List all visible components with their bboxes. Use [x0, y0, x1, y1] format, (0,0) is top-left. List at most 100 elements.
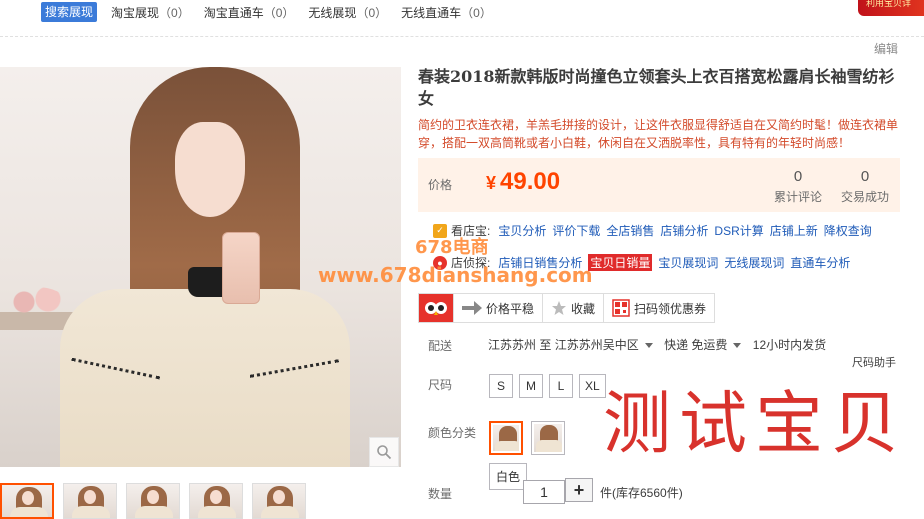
price-label: 价格	[428, 178, 453, 192]
thumb-face	[147, 490, 159, 504]
ship-method: 快递 免运费	[664, 338, 728, 352]
promo-banner-text: 利用宝贝详	[866, 0, 912, 8]
ship-to-word: 至	[539, 338, 552, 352]
deals-stat[interactable]: 0 交易成功	[830, 168, 900, 205]
thumb-face	[210, 490, 222, 504]
zoom-button[interactable]	[369, 437, 399, 467]
ship-method-select[interactable]: 快递 免运费	[664, 338, 749, 352]
size-option-s[interactable]: S	[489, 374, 513, 398]
watermark-url: www.678dianshang.com	[318, 263, 593, 287]
price-panel: 价格 ¥49.00 0 累计评论 0 交易成功	[418, 158, 900, 212]
thumbnail-2[interactable]	[63, 483, 117, 519]
search-exposure-tab[interactable]: 搜索展现	[41, 2, 98, 22]
thumb-face	[22, 491, 34, 505]
taobao-exposure-link[interactable]: 淘宝展现（0）	[111, 4, 190, 21]
size-label: 尺码	[428, 378, 453, 392]
size-helper-link[interactable]: 尺码助手	[852, 354, 896, 370]
price-amount: 49.00	[500, 168, 561, 195]
shipping-label: 配送	[428, 339, 453, 353]
color-swatch	[534, 424, 562, 452]
photo-model-face	[175, 122, 245, 217]
ship-destination: 江苏苏州吴中区	[554, 338, 639, 352]
thumbnail-5[interactable]	[252, 483, 306, 519]
favorite-label: 收藏	[571, 301, 596, 316]
price-trend-button[interactable]: 价格平稳	[453, 294, 542, 322]
dsr-calc-link[interactable]: DSR计算	[714, 222, 763, 239]
taobao-exposure-count: （0）	[159, 5, 190, 20]
color-option-2[interactable]	[531, 421, 565, 455]
deals-count: 0	[860, 168, 870, 185]
mobile-exposure-link[interactable]: 无线展现（0）	[308, 4, 387, 21]
promo-banner[interactable]: 利用宝贝详	[858, 0, 924, 16]
photo-flowers	[6, 287, 66, 317]
mobile-exposure-count: （0）	[356, 5, 388, 20]
new-items-link[interactable]: 店铺上新	[770, 222, 818, 239]
currency-symbol: ¥	[486, 173, 497, 193]
thumbnail-1[interactable]	[0, 483, 54, 519]
reviews-count: 0	[793, 168, 803, 185]
edit-link[interactable]: 编辑	[874, 40, 898, 57]
coupon-button[interactable]: 扫码领优惠券	[603, 294, 714, 322]
caret-down-icon	[644, 343, 653, 348]
color-tooltip: 白色	[489, 463, 528, 490]
divider	[0, 36, 924, 37]
quantity-input[interactable]: 1	[523, 480, 565, 504]
thumb-face	[84, 490, 96, 504]
action-bar: 价格平稳 收藏 扫码领优惠券	[418, 293, 716, 323]
item-analysis-link[interactable]: 宝贝分析	[498, 222, 546, 239]
thumb-body	[261, 506, 299, 518]
product-title: 春装2018新款韩版时尚撞色立领套头上衣百搭宽松露肩长袖雪纺衫女	[418, 67, 895, 108]
ship-destination-select[interactable]: 江苏苏州吴中区	[555, 338, 661, 352]
ztc-analysis-link[interactable]: 直通车分析	[790, 254, 850, 271]
demotion-check-link[interactable]: 降权查询	[824, 222, 872, 239]
quantity-plus-button[interactable]: +	[565, 478, 593, 502]
owl-logo-icon[interactable]	[419, 294, 453, 322]
taobao-exposure-label: 淘宝展现	[111, 5, 160, 20]
size-options: S M L XL	[489, 374, 612, 398]
color-label: 颜色分类	[428, 426, 477, 440]
product-subtitle: 简约的卫衣连衣裙，羊羔毛拼接的设计，让这件衣服显得舒适自在又简约时髦！做连衣裙单…	[418, 118, 899, 150]
owl-face-icon	[425, 302, 447, 315]
swatch-body	[536, 440, 562, 452]
price-value: ¥49.00	[486, 168, 560, 196]
photo-phone	[222, 232, 260, 304]
mobile-exposure-label: 无线展现	[308, 5, 357, 20]
mobile-ztc-label: 无线直通车	[401, 5, 462, 20]
thumbnail-3[interactable]	[126, 483, 180, 519]
color-option-white[interactable]	[489, 421, 523, 455]
mobile-keywords-link[interactable]: 无线展现词	[724, 254, 784, 271]
mobile-ztc-link[interactable]: 无线直通车（0）	[401, 4, 492, 21]
thumb-body	[198, 506, 236, 518]
size-option-m[interactable]: M	[519, 374, 543, 398]
qr-code-icon	[612, 299, 630, 317]
watermark-brand: 678电商	[415, 237, 489, 258]
mobile-ztc-count: （0）	[461, 5, 492, 20]
price-trend-label: 价格平稳	[486, 301, 535, 316]
quantity-label: 数量	[428, 487, 453, 501]
taobao-ztc-link[interactable]: 淘宝直通车（0）	[204, 4, 295, 21]
thumb-body	[10, 507, 48, 517]
reviews-stat[interactable]: 0 累计评论	[763, 168, 833, 205]
magnifier-icon	[377, 445, 392, 460]
favorite-button[interactable]: 收藏	[542, 294, 603, 322]
color-swatch	[493, 425, 519, 451]
thumb-body	[135, 506, 173, 518]
swatch-body	[495, 441, 519, 451]
handwritten-annotation: 测试宝贝	[603, 385, 899, 464]
thumb-face	[273, 490, 285, 504]
thumbnail-4[interactable]	[189, 483, 243, 519]
top-toolbar: 搜索展现 淘宝展现（0） 淘宝直通车（0） 无线展现（0） 无线直通车（0）	[0, 0, 924, 24]
size-option-l[interactable]: L	[549, 374, 573, 398]
store-sales-link[interactable]: 全店销售	[606, 222, 654, 239]
review-download-link[interactable]: 评价下载	[552, 222, 600, 239]
photo-blouse	[60, 289, 350, 467]
reviews-label: 累计评论	[773, 190, 822, 204]
caret-down-icon	[733, 343, 742, 348]
taobao-ztc-label: 淘宝直通车	[203, 5, 264, 20]
item-keywords-link[interactable]: 宝贝展现词	[658, 254, 718, 271]
kandianbao-toolbar: ✓ 看店宝: 宝贝分析 评价下载 全店销售 店铺分析 DSR计算 店铺上新 降权…	[433, 222, 878, 239]
daily-item-sales-link[interactable]: 宝贝日销量	[588, 254, 653, 271]
arrow-right-icon	[462, 301, 482, 315]
store-analysis-link[interactable]: 店铺分析	[660, 222, 708, 239]
ship-dispatch-time: 12小时内发货	[752, 338, 827, 352]
